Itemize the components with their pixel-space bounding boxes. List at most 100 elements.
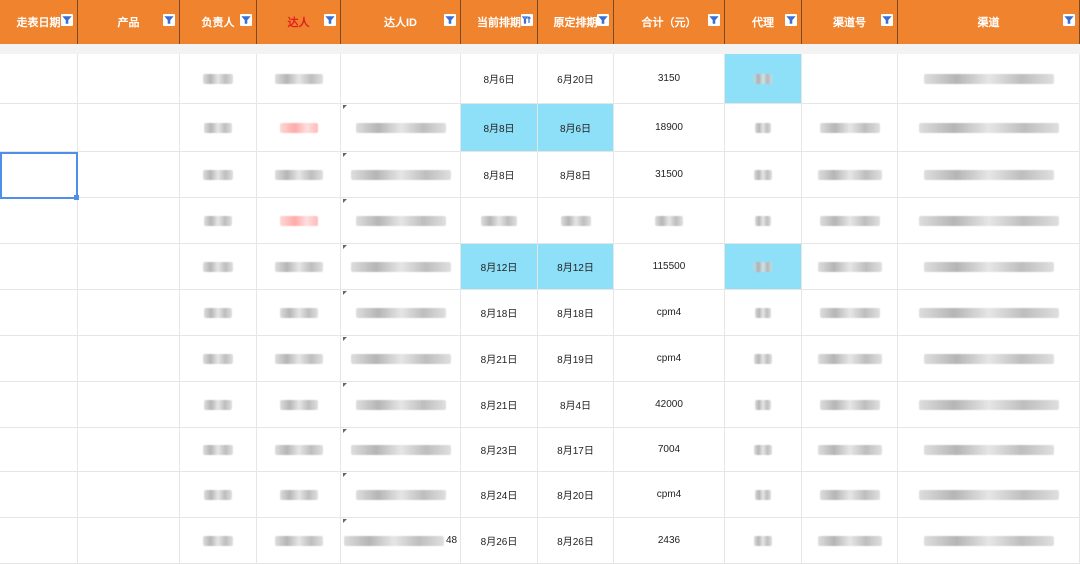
cell-product[interactable] (78, 244, 180, 289)
cell-channel[interactable] (898, 518, 1080, 563)
cell-total[interactable]: 31500 (614, 152, 725, 197)
cell-channel[interactable] (898, 472, 1080, 517)
cell-product[interactable] (78, 152, 180, 197)
cell-run-date[interactable] (0, 104, 78, 151)
cell-run-date[interactable] (0, 428, 78, 471)
header-owner[interactable]: 负责人 (180, 0, 257, 44)
cell-current-schedule[interactable]: 8月8日 (461, 104, 538, 151)
cell-owner[interactable] (180, 198, 257, 243)
cell-creator-id[interactable] (341, 152, 461, 197)
cell-creator[interactable] (257, 336, 341, 381)
cell-product[interactable] (78, 428, 180, 471)
cell-total[interactable]: cpm4 (614, 290, 725, 335)
cell-product[interactable] (78, 290, 180, 335)
cell-total[interactable]: 7004 (614, 428, 725, 471)
cell-creator-id[interactable] (341, 428, 461, 471)
header-agent[interactable]: 代理 (725, 0, 802, 44)
filter-icon[interactable] (324, 14, 336, 26)
cell-agent[interactable] (725, 104, 802, 151)
cell-creator-id[interactable] (341, 244, 461, 289)
cell-product[interactable] (78, 472, 180, 517)
cell-creator[interactable] (257, 518, 341, 563)
cell-original-schedule[interactable]: 8月26日 (538, 518, 614, 563)
cell-owner[interactable] (180, 244, 257, 289)
cell-creator-id[interactable] (341, 290, 461, 335)
cell-channel[interactable] (898, 336, 1080, 381)
cell-original-schedule[interactable]: 8月12日 (538, 244, 614, 289)
cell-channel-no[interactable] (802, 152, 898, 197)
cell-agent[interactable] (725, 290, 802, 335)
cell-total[interactable] (614, 198, 725, 243)
cell-owner[interactable] (180, 472, 257, 517)
filter-icon[interactable] (163, 14, 175, 26)
cell-original-schedule[interactable]: 8月8日 (538, 152, 614, 197)
cell-current-schedule[interactable]: 8月24日 (461, 472, 538, 517)
header-run-date[interactable]: 走表日期 (0, 0, 78, 44)
cell-total[interactable]: 115500 (614, 244, 725, 289)
cell-creator[interactable] (257, 152, 341, 197)
cell-channel-no[interactable] (802, 244, 898, 289)
cell-original-schedule[interactable]: 8月18日 (538, 290, 614, 335)
filter-icon[interactable] (708, 14, 720, 26)
cell-current-schedule[interactable]: 8月26日 (461, 518, 538, 563)
cell-creator[interactable] (257, 54, 341, 103)
selected-cell[interactable] (0, 152, 78, 199)
cell-owner[interactable] (180, 518, 257, 563)
cell-channel-no[interactable] (802, 518, 898, 563)
cell-total[interactable]: 18900 (614, 104, 725, 151)
cell-run-date[interactable] (0, 336, 78, 381)
cell-product[interactable] (78, 382, 180, 427)
cell-current-schedule[interactable]: 8月21日 (461, 382, 538, 427)
cell-original-schedule[interactable]: 8月4日 (538, 382, 614, 427)
cell-owner[interactable] (180, 336, 257, 381)
cell-product[interactable] (78, 54, 180, 103)
header-current-schedule[interactable]: 当前排期 (461, 0, 538, 44)
filter-icon[interactable] (881, 14, 893, 26)
cell-run-date[interactable] (0, 198, 78, 243)
cell-creator[interactable] (257, 104, 341, 151)
cell-creator[interactable] (257, 428, 341, 471)
header-channel[interactable]: 渠道 (898, 0, 1080, 44)
cell-creator-id[interactable] (341, 54, 461, 103)
cell-owner[interactable] (180, 152, 257, 197)
cell-channel-no[interactable] (802, 290, 898, 335)
filter-icon[interactable] (444, 14, 456, 26)
cell-agent[interactable] (725, 472, 802, 517)
cell-original-schedule[interactable]: 8月19日 (538, 336, 614, 381)
cell-current-schedule[interactable]: 8月18日 (461, 290, 538, 335)
cell-agent[interactable] (725, 336, 802, 381)
cell-creator[interactable] (257, 472, 341, 517)
header-product[interactable]: 产品 (78, 0, 180, 44)
cell-channel[interactable] (898, 54, 1080, 103)
cell-channel-no[interactable] (802, 104, 898, 151)
cell-owner[interactable] (180, 54, 257, 103)
cell-total[interactable]: 2436 (614, 518, 725, 563)
cell-channel[interactable] (898, 244, 1080, 289)
cell-original-schedule[interactable]: 8月17日 (538, 428, 614, 471)
cell-original-schedule[interactable] (538, 198, 614, 243)
cell-agent[interactable] (725, 382, 802, 427)
cell-channel-no[interactable] (802, 54, 898, 103)
cell-channel[interactable] (898, 290, 1080, 335)
cell-creator[interactable] (257, 244, 341, 289)
cell-creator-id[interactable] (341, 336, 461, 381)
cell-channel-no[interactable] (802, 428, 898, 471)
cell-creator-id[interactable] (341, 382, 461, 427)
cell-product[interactable] (78, 198, 180, 243)
cell-run-date[interactable] (0, 518, 78, 563)
cell-channel-no[interactable] (802, 472, 898, 517)
cell-creator[interactable] (257, 290, 341, 335)
header-total[interactable]: 合计（元） (614, 0, 725, 44)
cell-channel-no[interactable] (802, 198, 898, 243)
sort-filter-icon[interactable] (521, 14, 533, 26)
cell-creator-id[interactable] (341, 472, 461, 517)
cell-run-date[interactable] (0, 54, 78, 103)
cell-total[interactable]: cpm4 (614, 336, 725, 381)
cell-current-schedule[interactable]: 8月23日 (461, 428, 538, 471)
cell-current-schedule[interactable]: 8月6日 (461, 54, 538, 103)
cell-total[interactable]: 3150 (614, 54, 725, 103)
filter-icon[interactable] (1063, 14, 1075, 26)
cell-owner[interactable] (180, 290, 257, 335)
filter-icon[interactable] (61, 14, 73, 26)
cell-run-date[interactable] (0, 290, 78, 335)
